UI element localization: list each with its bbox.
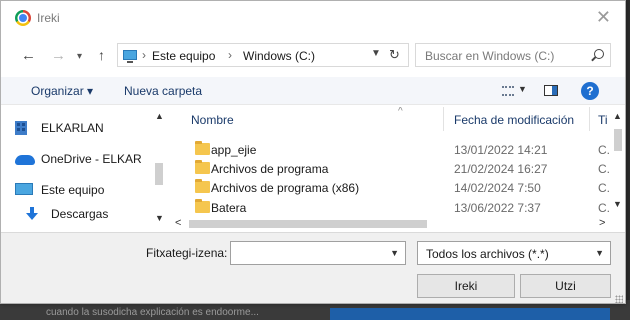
back-arrow-icon[interactable]: ← xyxy=(21,47,36,64)
breadcrumb[interactable]: › Este equipo › Windows (C:) ▼ ↻ xyxy=(117,43,409,67)
title-bar: Ireki ✕ xyxy=(1,1,625,35)
sidebar-item-label: Descargas xyxy=(51,207,109,221)
file-list-vertical-scrollbar[interactable]: ▲ ▼ xyxy=(609,107,625,217)
file-list: ^ Nombre Fecha de modificación Ti app_ej… xyxy=(171,107,625,231)
scroll-left-icon[interactable]: < xyxy=(175,217,181,229)
building-icon xyxy=(15,121,27,135)
folder-icon xyxy=(195,179,210,193)
scroll-down-icon[interactable]: ▼ xyxy=(613,199,622,209)
breadcrumb-item-este-equipo[interactable]: Este equipo xyxy=(152,49,215,63)
open-file-dialog: Ireki ✕ ← → ▾ ↑ › Este equipo › Windows … xyxy=(0,0,626,304)
computer-icon xyxy=(123,50,137,63)
file-name: Archivos de programa xyxy=(211,162,329,176)
scroll-up-icon[interactable]: ▲ xyxy=(613,111,622,121)
search-placeholder: Buscar en Windows (C:) xyxy=(425,49,555,63)
breadcrumb-separator: › xyxy=(142,48,146,62)
chevron-down-icon[interactable]: ▼ xyxy=(390,248,399,258)
file-type-select[interactable]: Todos los archivos (*.*) ▼ xyxy=(417,241,611,265)
new-folder-button[interactable]: Nueva carpeta xyxy=(124,84,202,98)
sidebar-item-label: OneDrive - ELKAR xyxy=(41,152,142,166)
folder-icon xyxy=(195,199,210,213)
column-divider[interactable] xyxy=(589,107,590,131)
breadcrumb-separator: › xyxy=(228,48,232,62)
folder-icon xyxy=(195,160,210,174)
breadcrumb-item-windows-c[interactable]: Windows (C:) xyxy=(243,49,315,63)
view-options-icon[interactable] xyxy=(502,86,514,96)
navigation-scrollbar[interactable]: ▲ ▼ xyxy=(151,107,168,227)
computer-icon xyxy=(15,183,33,195)
organize-button[interactable]: Organizar ▾ xyxy=(31,84,93,98)
preview-pane-icon[interactable] xyxy=(544,85,558,96)
chevron-down-icon[interactable]: ▼ xyxy=(595,248,604,258)
forward-arrow-icon[interactable]: → xyxy=(51,47,66,64)
file-name: Batera xyxy=(211,201,247,215)
file-type-value: Todos los archivos (*.*) xyxy=(426,247,549,261)
scroll-down-icon[interactable]: ▼ xyxy=(155,213,164,223)
close-icon[interactable]: ✕ xyxy=(596,7,611,28)
table-row[interactable]: Archivos de programa 21/02/2024 16:27 C. xyxy=(171,160,625,178)
file-date: 21/02/2024 16:27 xyxy=(454,162,548,176)
file-date: 13/06/2022 7:37 xyxy=(454,201,541,215)
column-divider[interactable] xyxy=(443,107,444,131)
folder-icon xyxy=(195,141,210,155)
file-date: 13/01/2022 14:21 xyxy=(454,143,548,157)
background-text: cuando la susodicha explicación es endoo… xyxy=(46,307,259,318)
recent-locations-chevron-icon[interactable]: ▾ xyxy=(77,51,82,62)
chevron-down-icon[interactable]: ▼ xyxy=(371,48,381,59)
cancel-button[interactable]: Utzi xyxy=(520,274,611,298)
filename-label: Fitxategi-izena: xyxy=(146,246,228,260)
scroll-right-icon[interactable]: > xyxy=(599,217,605,229)
chrome-icon xyxy=(15,10,31,26)
help-icon[interactable]: ? xyxy=(581,82,599,100)
sidebar-item-label: Este equipo xyxy=(41,183,105,197)
background-taskbar-highlight xyxy=(330,308,610,320)
window-title: Ireki xyxy=(37,11,60,25)
column-header-date[interactable]: Fecha de modificación xyxy=(454,113,574,127)
resize-grip-icon[interactable] xyxy=(615,295,623,303)
table-row[interactable]: Archivos de programa (x86) 14/02/2024 7:… xyxy=(171,179,625,197)
sort-caret-icon: ^ xyxy=(398,107,403,117)
up-arrow-icon[interactable]: ↑ xyxy=(98,47,105,63)
file-name: app_ejie xyxy=(211,143,257,157)
search-input[interactable]: Buscar en Windows (C:) xyxy=(415,43,611,67)
command-bar: Organizar ▾ Nueva carpeta ▼ ? xyxy=(1,77,625,105)
open-button[interactable]: Ireki xyxy=(417,274,515,298)
file-list-horizontal-scrollbar[interactable]: < > xyxy=(171,217,609,231)
table-row[interactable]: Batera 13/06/2022 7:37 C. xyxy=(171,199,625,217)
refresh-icon[interactable]: ↻ xyxy=(389,47,400,63)
scrollbar-thumb[interactable] xyxy=(189,220,427,228)
filename-input[interactable]: ▼ xyxy=(230,241,406,265)
search-icon[interactable] xyxy=(594,49,604,59)
scroll-up-icon[interactable]: ▲ xyxy=(155,111,164,121)
column-header-type[interactable]: Ti xyxy=(598,113,608,127)
navigation-pane: ELKARLAN OneDrive - ELKAR Este equipo De… xyxy=(1,107,169,231)
file-name: Archivos de programa (x86) xyxy=(211,181,360,195)
column-header-name[interactable]: Nombre xyxy=(191,113,234,127)
file-date: 14/02/2024 7:50 xyxy=(454,181,541,195)
table-row[interactable]: app_ejie 13/01/2022 14:21 C. xyxy=(171,141,625,159)
sidebar-item-label: ELKARLAN xyxy=(41,121,104,135)
dialog-footer: Fitxategi-izena: ▼ Todos los archivos (*… xyxy=(1,232,625,303)
chevron-down-icon[interactable]: ▼ xyxy=(518,84,527,94)
address-bar: ← → ▾ ↑ › Este equipo › Windows (C:) ▼ ↻… xyxy=(1,39,625,71)
scrollbar-thumb[interactable] xyxy=(155,163,163,185)
cloud-icon xyxy=(15,155,35,165)
scrollbar-thumb[interactable] xyxy=(614,129,622,151)
download-icon xyxy=(25,207,39,221)
